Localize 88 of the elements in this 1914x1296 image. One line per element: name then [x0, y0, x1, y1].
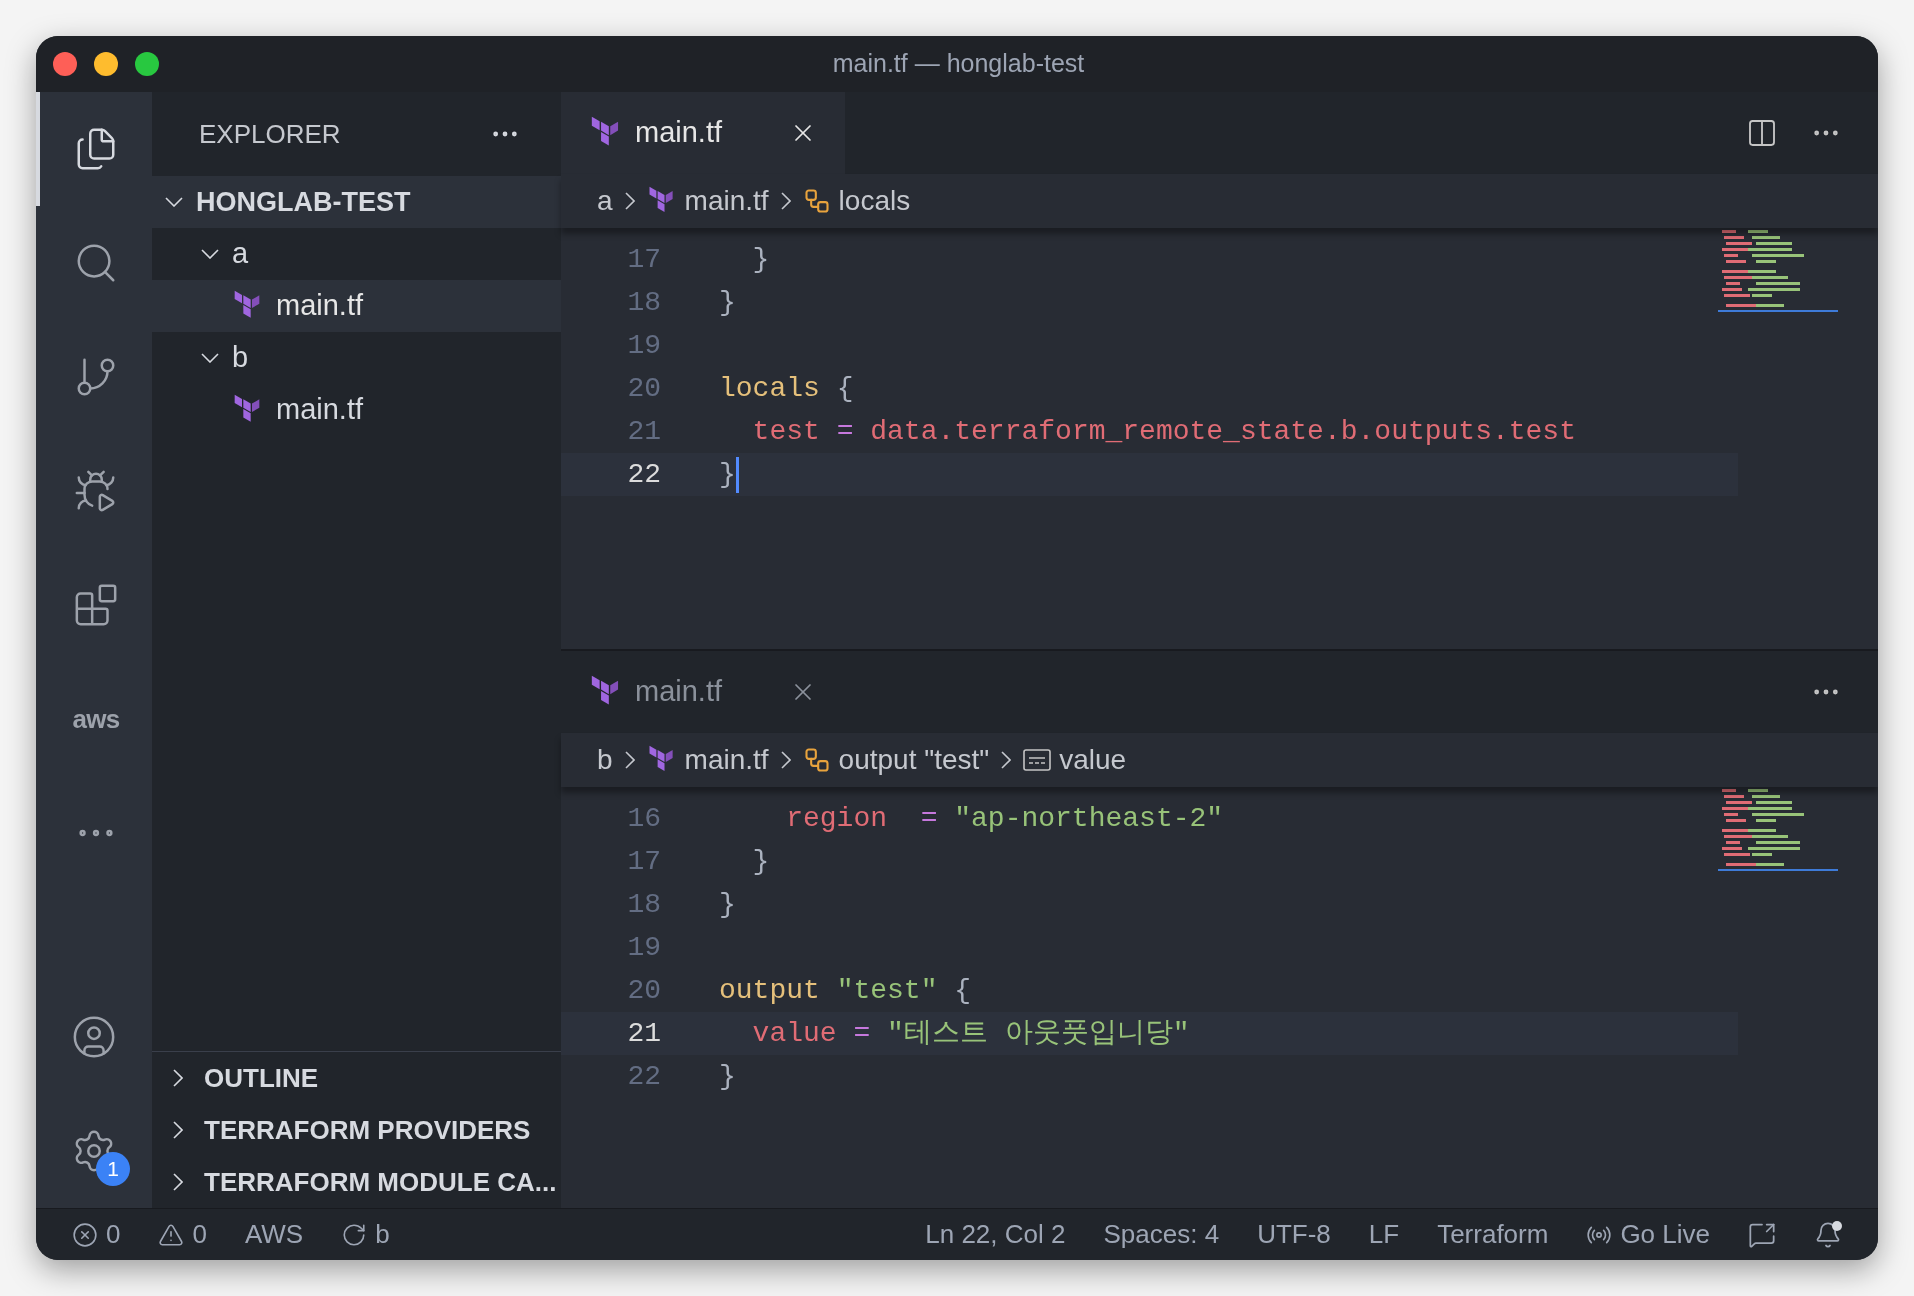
line-number: 17	[626, 844, 661, 879]
error-icon	[72, 1221, 98, 1248]
line-number: 22	[626, 457, 661, 492]
line-number: 19	[626, 930, 661, 965]
code-token: =	[919, 801, 939, 836]
breadcrumb-item[interactable]: a	[597, 180, 613, 222]
aws-logo[interactable]: aws	[72, 699, 120, 739]
breadcrumb-item[interactable]: b	[597, 739, 613, 781]
chevron-down-icon	[201, 353, 219, 363]
chevron-down-icon	[165, 197, 183, 207]
code-token: {	[835, 371, 854, 406]
chevron-right-icon	[624, 751, 635, 769]
window-title: main.tf — honglab-test	[832, 48, 1085, 80]
code-token: =	[852, 1016, 872, 1051]
breadcrumb-item[interactable]: value	[1059, 739, 1127, 781]
status-item[interactable]: Spaces: 4	[1103, 1215, 1220, 1254]
code-token: }	[719, 285, 736, 320]
status-item[interactable]: 0	[158, 1215, 207, 1254]
line-number: 16	[626, 801, 661, 836]
code-token: }	[719, 1059, 736, 1094]
chevron-right-icon	[624, 192, 635, 210]
status-item[interactable]: UTF-8	[1257, 1215, 1331, 1254]
maximize-window-button[interactable]	[135, 52, 159, 76]
line-number: 17	[626, 242, 661, 277]
line-number: 21	[626, 414, 661, 449]
code-token: output	[719, 973, 820, 1008]
status-item[interactable]: b	[341, 1215, 390, 1254]
code-token: "테스트 아웃풋입니당"	[887, 1016, 1190, 1051]
chevron-right-icon	[1001, 751, 1012, 769]
code-token: "ap-northeast-2"	[954, 801, 1224, 836]
status-item[interactable]: Terraform	[1437, 1215, 1549, 1254]
panel-header[interactable]: TERRAFORM PROVIDERS	[152, 1104, 561, 1156]
folder-item[interactable]: b	[152, 332, 561, 384]
line-number: 18	[626, 887, 661, 922]
chevron-down-icon	[201, 249, 219, 259]
breadcrumb-item[interactable]: locals	[838, 180, 911, 222]
code-token: locals	[719, 371, 820, 406]
activity-item[interactable]: aws	[36, 662, 152, 776]
breadcrumb-item[interactable]: main.tf	[684, 180, 769, 222]
code-token: }	[751, 844, 770, 879]
status-item[interactable]: AWS	[244, 1215, 304, 1254]
panel-header[interactable]: OUTLINE	[152, 1052, 561, 1104]
code-token: }	[719, 887, 736, 922]
sidebar-title: EXPLORER	[199, 117, 341, 151]
breadcrumb-item[interactable]: output "test"	[838, 739, 990, 781]
minimize-window-button[interactable]	[94, 52, 118, 76]
workspace-header[interactable]: HONGLAB-TEST	[152, 176, 561, 228]
chevron-right-icon	[780, 751, 791, 769]
status-item[interactable]: 0	[72, 1215, 121, 1254]
blocks-icon[interactable]	[73, 582, 119, 628]
chevron-right-icon	[173, 1173, 183, 1191]
folder-item[interactable]: a	[152, 228, 561, 280]
line-number: 20	[626, 371, 661, 406]
code-token: data.terraform_remote_state.b.outputs.test	[870, 414, 1576, 449]
code-token: region	[785, 801, 888, 836]
split-editor-icon[interactable]	[1746, 117, 1778, 149]
account-icon[interactable]	[71, 1014, 117, 1060]
code-token: =	[835, 414, 855, 449]
line-number: 19	[626, 328, 661, 363]
panel-header[interactable]: TERRAFORM MODULE CA...	[152, 1156, 561, 1208]
line-number: 21	[626, 1016, 661, 1051]
code-token: }	[719, 457, 736, 492]
line-number: 18	[626, 285, 661, 320]
chevron-right-icon	[173, 1121, 183, 1139]
file-item[interactable]: main.tf	[152, 384, 561, 436]
code-token: }	[751, 242, 770, 277]
status-item[interactable]: Go Live	[1586, 1215, 1710, 1254]
code-token: "test"	[835, 973, 938, 1008]
code-token: value	[751, 1016, 837, 1051]
breadcrumb-item[interactable]: main.tf	[684, 739, 769, 781]
line-number: 20	[626, 973, 661, 1008]
status-item[interactable]: Ln 22, Col 2	[925, 1215, 1066, 1254]
string-icon	[1023, 749, 1052, 771]
chevron-right-icon	[780, 192, 791, 210]
text-cursor	[735, 456, 739, 493]
line-number: 22	[626, 1059, 661, 1094]
notification-badge: 1	[96, 1152, 130, 1186]
code-token: {	[953, 973, 972, 1008]
chevron-right-icon	[173, 1069, 183, 1087]
close-window-button[interactable]	[53, 52, 77, 76]
notifications-icon[interactable]	[1814, 1220, 1842, 1249]
symbol-icon	[802, 187, 831, 215]
sync-icon	[341, 1221, 368, 1248]
file-item[interactable]: main.tf	[152, 280, 561, 332]
code-token: test	[751, 414, 820, 449]
editor-tab[interactable]: main.tf	[561, 92, 845, 174]
status-item[interactable]: LF	[1368, 1215, 1400, 1254]
symbol-icon	[802, 746, 831, 774]
